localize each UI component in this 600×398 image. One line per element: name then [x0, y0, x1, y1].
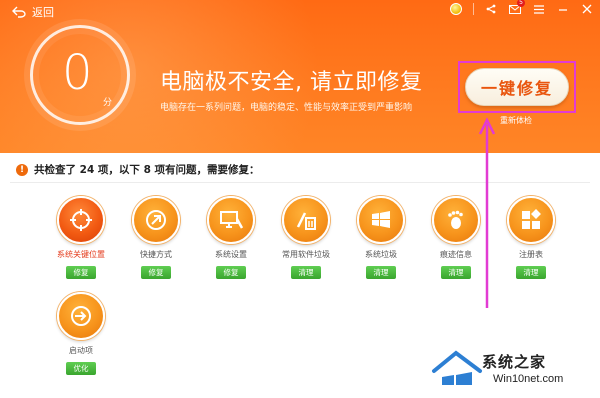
issue-item-shortcuts: 快捷方式 修复	[121, 196, 191, 279]
issue-item-system-junk: 系统垃圾 清理	[346, 196, 416, 279]
item-icon-button[interactable]	[57, 196, 105, 244]
issue-item-system-settings: 系统设置 修复	[196, 196, 266, 279]
recheck-link[interactable]: 重新体检	[500, 115, 532, 126]
login-arrow-icon	[71, 306, 91, 326]
item-fix-button[interactable]: 修复	[141, 266, 171, 279]
item-label: 快捷方式	[140, 250, 172, 259]
windows-logo-icon	[372, 211, 390, 228]
issue-item-system-key-location: 系统关键位置 修复	[46, 196, 116, 279]
back-label: 返回	[32, 6, 54, 19]
close-button[interactable]	[580, 2, 594, 16]
item-clean-button[interactable]: 清理	[441, 266, 471, 279]
item-icon-button[interactable]	[207, 196, 255, 244]
menu-button[interactable]	[532, 2, 546, 16]
footprint-icon	[448, 210, 463, 229]
minimize-icon	[559, 9, 567, 11]
item-label: 注册表	[519, 250, 543, 259]
controls-divider	[473, 3, 474, 15]
skin-button[interactable]	[449, 2, 463, 16]
mail-badge: 5	[517, 0, 525, 7]
check-summary: ! 共检查了 24 项，以下 8 项有问题，需要修复：	[16, 162, 260, 177]
house-logo-icon	[432, 350, 482, 385]
issue-item-startup: 启动项 优化	[46, 292, 116, 375]
annotation-highlight-box	[458, 61, 576, 113]
crosshair-icon	[70, 209, 92, 231]
share-button[interactable]	[484, 2, 498, 16]
skin-icon	[450, 3, 462, 15]
shortcut-icon	[146, 210, 166, 230]
header-banner: 返回 5 0 分 电脑极不安全, 请立即修复 电脑存在一系列问题，电脑的稳定、性…	[0, 0, 600, 153]
share-icon	[486, 4, 496, 14]
monitor-settings-icon	[220, 211, 244, 229]
item-icon-button[interactable]	[432, 196, 480, 244]
site-watermark: 系统之家 Win10net.com	[430, 345, 598, 395]
item-label: 系统关键位置	[57, 250, 105, 259]
watermark-title: 系统之家	[482, 353, 547, 371]
registry-blocks-icon	[522, 209, 541, 229]
minimize-button[interactable]	[556, 2, 570, 16]
item-icon-button[interactable]	[132, 196, 180, 244]
item-optimize-button[interactable]: 优化	[66, 362, 96, 375]
watermark-url: Win10net.com	[493, 373, 564, 385]
warning-icon: !	[16, 163, 28, 176]
item-label: 常用软件垃圾	[282, 250, 330, 259]
status-description: 电脑存在一系列问题，电脑的稳定、性能与效率正受到严重影响	[160, 103, 413, 113]
item-icon-button[interactable]	[507, 196, 555, 244]
item-fix-button[interactable]: 修复	[216, 266, 246, 279]
item-icon-button[interactable]	[57, 292, 105, 340]
item-clean-button[interactable]: 清理	[516, 266, 546, 279]
item-clean-button[interactable]: 清理	[291, 266, 321, 279]
item-icon-button[interactable]	[357, 196, 405, 244]
close-icon	[582, 4, 592, 14]
score-unit: 分	[103, 98, 113, 108]
mail-button[interactable]: 5	[508, 0, 525, 16]
menu-icon	[534, 4, 544, 14]
issue-item-software-junk: 常用软件垃圾 清理	[271, 196, 341, 279]
item-label: 系统垃圾	[365, 250, 397, 259]
section-divider	[10, 182, 590, 183]
back-arrow-icon	[12, 6, 26, 18]
summary-text: 共检查了 24 项，以下 8 项有问题，需要修复：	[34, 164, 260, 176]
trash-icon	[296, 212, 316, 230]
item-label: 系统设置	[215, 250, 247, 259]
score-value: 0	[62, 45, 93, 101]
status-headline: 电脑极不安全, 请立即修复	[160, 70, 423, 95]
item-icon-button[interactable]	[282, 196, 330, 244]
issue-item-trace-info: 痕迹信息 清理	[421, 196, 491, 279]
item-label: 启动项	[69, 346, 93, 355]
back-button[interactable]: 返回	[12, 4, 54, 20]
item-label: 痕迹信息	[440, 250, 472, 259]
window-controls: 5	[449, 0, 594, 16]
issue-item-registry: 注册表 清理	[496, 196, 566, 279]
item-fix-button[interactable]: 修复	[66, 266, 96, 279]
item-clean-button[interactable]: 清理	[366, 266, 396, 279]
